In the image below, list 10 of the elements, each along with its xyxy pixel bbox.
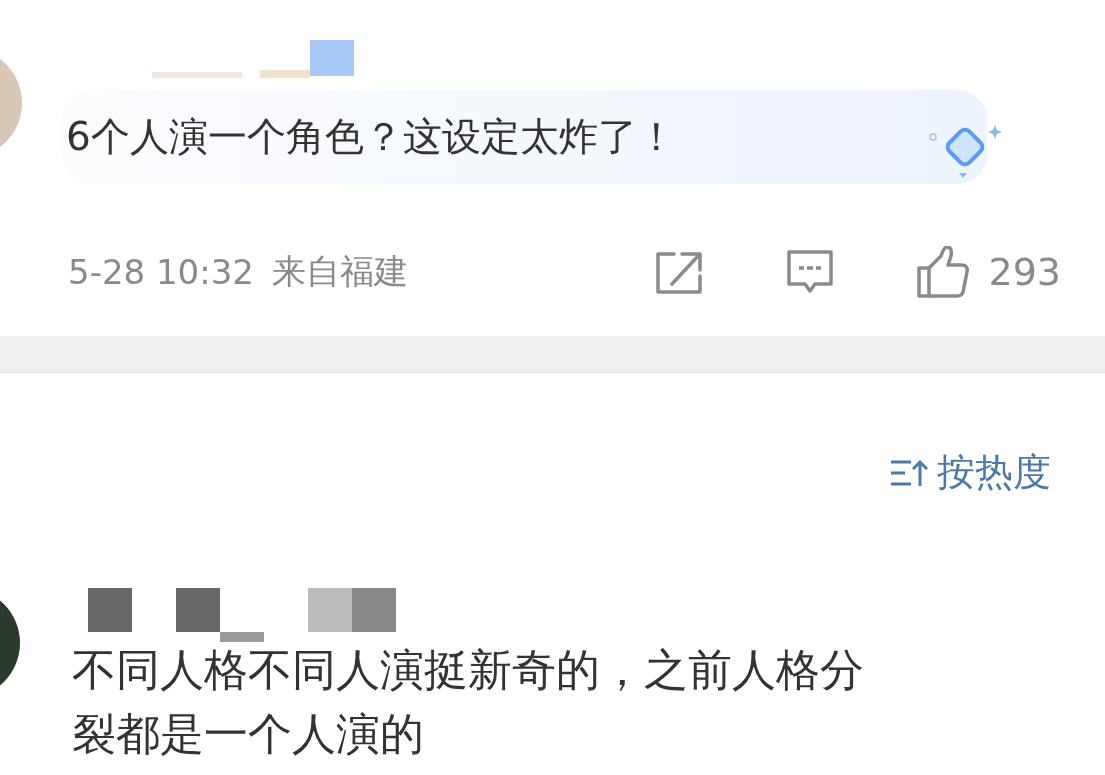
- comment-icon[interactable]: [786, 249, 835, 295]
- comment-text: 6个人演一个角色？这设定太炸了！: [65, 113, 677, 161]
- comment-location: 来自福建: [271, 250, 408, 293]
- share-icon[interactable]: [654, 250, 703, 294]
- reply-text: 不同人格不同人演挺新奇的，之前人格分 裂都是一个人演的: [72, 643, 864, 761]
- like-button[interactable]: 293: [916, 246, 1061, 298]
- comment-time: 5-28 10:32: [68, 252, 254, 292]
- thumbs-up-icon: [916, 246, 971, 298]
- sort-button[interactable]: 按热度: [889, 447, 1051, 498]
- sort-icon: [889, 457, 929, 488]
